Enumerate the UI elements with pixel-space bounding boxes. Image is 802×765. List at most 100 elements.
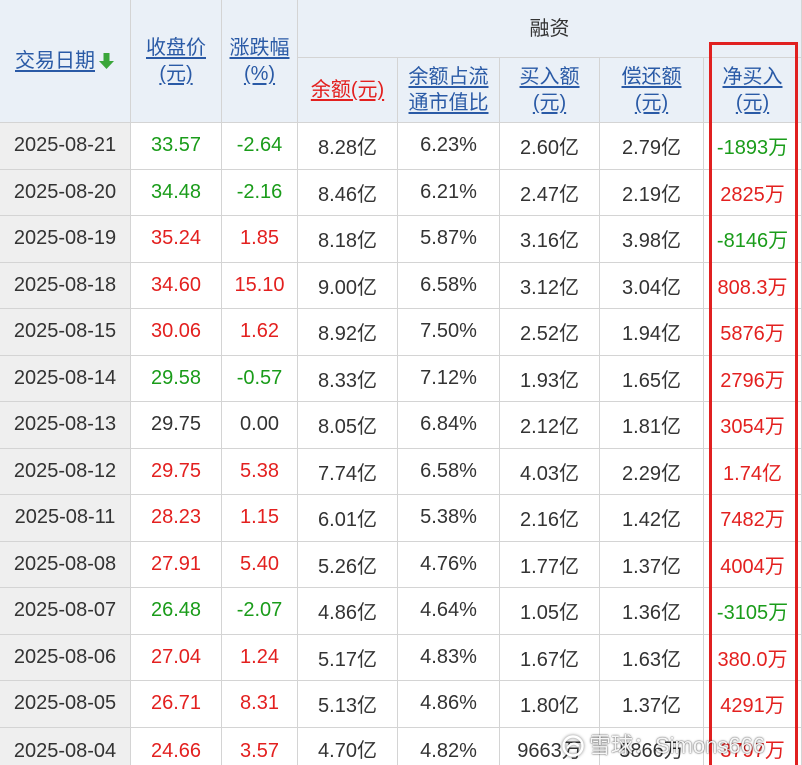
change-percent-header[interactable]: 涨跌幅 (%) (222, 0, 298, 123)
net-buy-header[interactable]: 净买入 (元) (704, 58, 802, 123)
table-row: 2025-08-15 30.06 1.62 8.92亿 7.50% 2.52亿 … (0, 309, 802, 356)
change-percent: -2.64 (222, 123, 298, 170)
table-row: 2025-08-04 24.66 3.57 4.70亿 4.82% 9663万 … (0, 727, 802, 765)
financing-group-header: 融资 (298, 0, 802, 58)
financing-repay-amount: 1.63亿 (600, 634, 704, 681)
balance-float-ratio: 6.23% (398, 123, 500, 170)
financing-balance: 5.17亿 (298, 634, 398, 681)
financing-balance-header[interactable]: 余额(元) (298, 58, 398, 123)
financing-repay-amount: 1.37亿 (600, 681, 704, 728)
close-price: 28.23 (131, 495, 222, 542)
trade-date: 2025-08-05 (0, 681, 131, 728)
table-row: 2025-08-11 28.23 1.15 6.01亿 5.38% 2.16亿 … (0, 495, 802, 542)
close-price: 34.48 (131, 169, 222, 216)
net-buy-amount: -3105万 (704, 588, 802, 635)
net-buy-amount: 1.74亿 (704, 448, 802, 495)
change-percent: 1.85 (222, 216, 298, 263)
balance-float-ratio: 5.38% (398, 495, 500, 542)
sort-by-net-buy-link[interactable]: 净买入 (元) (723, 64, 783, 116)
net-buy-amount: -1893万 (704, 123, 802, 170)
balance-float-ratio: 7.50% (398, 309, 500, 356)
financing-balance: 6.01亿 (298, 495, 398, 542)
financing-buy-amount: 1.05亿 (500, 588, 600, 635)
close-price: 33.57 (131, 123, 222, 170)
table-row: 2025-08-05 26.71 8.31 5.13亿 4.86% 1.80亿 … (0, 681, 802, 728)
net-buy-amount: 2825万 (704, 169, 802, 216)
financing-repay-amount: 1.65亿 (600, 355, 704, 402)
financing-balance: 9.00亿 (298, 262, 398, 309)
net-buy-amount: 380.0万 (704, 634, 802, 681)
balance-float-ratio-header[interactable]: 余额占流 通市值比 (398, 58, 500, 123)
net-buy-header-line2: (元) (735, 92, 770, 114)
table-row: 2025-08-20 34.48 -2.16 8.46亿 6.21% 2.47亿… (0, 169, 802, 216)
balance-float-ratio: 4.82% (398, 727, 500, 765)
financing-buy-amount: 2.47亿 (500, 169, 600, 216)
financing-buy-amount: 2.52亿 (500, 309, 600, 356)
sort-by-financing-buy-link[interactable]: 买入额 (元) (520, 64, 580, 116)
financing-balance: 8.92亿 (298, 309, 398, 356)
balance-float-ratio: 4.83% (398, 634, 500, 681)
change-percent: 5.40 (222, 541, 298, 588)
financing-repay-amount: 1.37亿 (600, 541, 704, 588)
net-buy-header-line1: 净买入 (722, 66, 783, 88)
margin-financing-table: 交易日期 收盘价 (元) 涨跌幅 (%) 融资 余额(元) 余额占流 通市值比 (0, 0, 802, 765)
financing-repay-amount: 1.36亿 (600, 588, 704, 635)
trade-date-header[interactable]: 交易日期 (0, 0, 131, 123)
balance-float-ratio: 6.58% (398, 448, 500, 495)
close-price: 27.04 (131, 634, 222, 681)
net-buy-amount: 808.3万 (704, 262, 802, 309)
close-price: 29.75 (131, 402, 222, 449)
trade-date: 2025-08-19 (0, 216, 131, 263)
change-percent: 8.31 (222, 681, 298, 728)
sort-by-trade-date-link[interactable]: 交易日期 (15, 48, 95, 74)
close-price-header[interactable]: 收盘价 (元) (131, 0, 222, 123)
close-price: 35.24 (131, 216, 222, 263)
close-price-header-line2: (元) (159, 63, 193, 85)
financing-buy-amount: 2.12亿 (500, 402, 600, 449)
net-buy-amount: 4291万 (704, 681, 802, 728)
financing-balance: 4.86亿 (298, 588, 398, 635)
trade-date: 2025-08-21 (0, 123, 131, 170)
financing-repay-amount: 1.81亿 (600, 402, 704, 449)
financing-repay-amount: 3.98亿 (600, 216, 704, 263)
financing-buy-header[interactable]: 买入额 (元) (500, 58, 600, 123)
table-row: 2025-08-07 26.48 -2.07 4.86亿 4.64% 1.05亿… (0, 588, 802, 635)
financing-buy-amount: 2.16亿 (500, 495, 600, 542)
financing-repay-amount: 3.04亿 (600, 262, 704, 309)
financing-balance: 8.18亿 (298, 216, 398, 263)
change-percent: 1.62 (222, 309, 298, 356)
balance-float-ratio: 4.76% (398, 541, 500, 588)
change-percent-header-line1: 涨跌幅 (229, 37, 290, 59)
financing-repay-amount: 5866万 (600, 727, 704, 765)
sort-by-close-price-link[interactable]: 收盘价 (元) (146, 35, 206, 87)
balance-float-ratio: 4.86% (398, 681, 500, 728)
change-percent: -0.57 (222, 355, 298, 402)
financing-repay-amount: 2.29亿 (600, 448, 704, 495)
net-buy-amount: 5876万 (704, 309, 802, 356)
close-price: 29.75 (131, 448, 222, 495)
financing-repay-amount: 1.42亿 (600, 495, 704, 542)
trade-date: 2025-08-04 (0, 727, 131, 765)
balance-float-ratio: 5.87% (398, 216, 500, 263)
balance-float-ratio: 6.84% (398, 402, 500, 449)
trade-date: 2025-08-13 (0, 402, 131, 449)
financing-repay-header[interactable]: 偿还额 (元) (600, 58, 704, 123)
change-percent: 1.15 (222, 495, 298, 542)
financing-buy-amount: 4.03亿 (500, 448, 600, 495)
sort-by-change-percent-link[interactable]: 涨跌幅 (%) (230, 35, 290, 87)
table-row: 2025-08-13 29.75 0.00 8.05亿 6.84% 2.12亿 … (0, 402, 802, 449)
financing-balance: 5.26亿 (298, 541, 398, 588)
change-percent: 0.00 (222, 402, 298, 449)
sort-by-financing-repay-link[interactable]: 偿还额 (元) (622, 64, 682, 116)
sort-by-balance-float-ratio-link[interactable]: 余额占流 通市值比 (409, 64, 489, 116)
financing-repay-amount: 1.94亿 (600, 309, 704, 356)
sort-descending-arrow-icon[interactable] (98, 52, 115, 70)
financing-balance: 8.05亿 (298, 402, 398, 449)
change-percent: -2.07 (222, 588, 298, 635)
sort-by-financing-balance-link[interactable]: 余额(元) (311, 77, 384, 103)
trade-date: 2025-08-11 (0, 495, 131, 542)
change-percent: 3.57 (222, 727, 298, 765)
financing-buy-amount: 1.67亿 (500, 634, 600, 681)
trade-date: 2025-08-08 (0, 541, 131, 588)
change-percent: 1.24 (222, 634, 298, 681)
